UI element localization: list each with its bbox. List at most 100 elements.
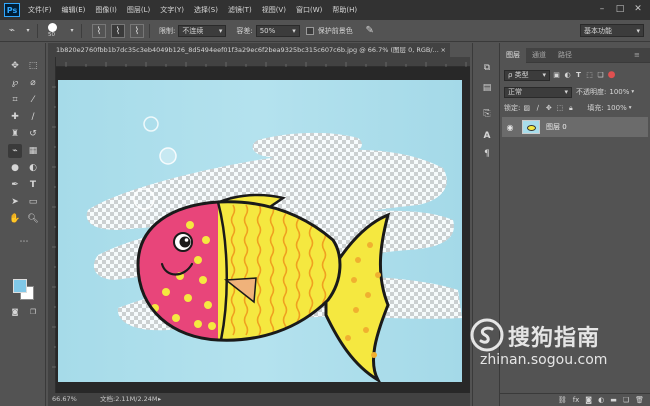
marquee-tool-icon[interactable]: ⬚ bbox=[26, 59, 40, 73]
chevron-down-icon[interactable]: ▾ bbox=[631, 89, 634, 95]
crop-tool-icon[interactable]: ⌗ bbox=[8, 93, 22, 107]
tab-layers[interactable]: 图层 bbox=[500, 48, 526, 63]
move-tool-icon[interactable]: ✥ bbox=[8, 59, 22, 73]
lock-transparent-icon[interactable]: ▨ bbox=[522, 103, 531, 114]
limits-select[interactable]: 不连续 ▾ bbox=[178, 24, 227, 37]
blur-tool-icon[interactable]: ● bbox=[8, 161, 22, 175]
sampling-once-icon[interactable]: ⌇ bbox=[111, 23, 125, 38]
fish-eye-highlight bbox=[184, 238, 189, 242]
dodge-tool-icon[interactable]: ◐ bbox=[26, 161, 40, 175]
tab-paths[interactable]: 路径 bbox=[552, 48, 578, 63]
new-layer-icon[interactable]: ❏ bbox=[623, 396, 629, 404]
add-mask-icon[interactable]: ◙ bbox=[585, 396, 592, 404]
fx-icon[interactable]: fx bbox=[573, 396, 580, 404]
lock-position-icon[interactable]: ✥ bbox=[544, 103, 553, 114]
character-panel-icon[interactable]: A bbox=[480, 129, 494, 143]
tools-panel: ✥ ⬚ ℘ ⌀ ⌗ ⁄ ✚ ∕ ♜ ↺ ⌁ ▦ ● ◐ ✒ T ➤ ▭ ✋ 🔍︎… bbox=[0, 43, 46, 406]
delete-layer-icon[interactable]: 🗑︎ bbox=[635, 396, 644, 404]
menu-file[interactable]: 文件(F) bbox=[28, 5, 52, 15]
zoom-tool-icon[interactable]: 🔍︎ bbox=[26, 212, 40, 226]
magic-eraser-tool-icon[interactable]: ⌁ bbox=[5, 24, 19, 38]
chevron-down-icon[interactable]: ▾ bbox=[629, 105, 632, 111]
menu-edit[interactable]: 编辑(E) bbox=[62, 5, 86, 15]
panel-menu-icon[interactable]: ≡ bbox=[634, 48, 640, 63]
fill-value[interactable]: 100% bbox=[607, 104, 627, 112]
menu-type[interactable]: 文字(Y) bbox=[160, 5, 184, 15]
eyedropper-tool-icon[interactable]: ⁄ bbox=[26, 93, 40, 107]
adjustment-layer-icon[interactable]: ◐ bbox=[598, 396, 604, 404]
document-canvas[interactable] bbox=[58, 80, 462, 382]
filter-adjustment-icon[interactable]: ◐ bbox=[563, 70, 572, 81]
info-panel-icon[interactable]: ⎘ bbox=[480, 107, 494, 121]
menu-image[interactable]: 图像(I) bbox=[95, 5, 117, 15]
lock-artboard-icon[interactable]: ⬚ bbox=[555, 103, 564, 114]
menu-window[interactable]: 窗口(W) bbox=[296, 5, 322, 15]
menu-filter[interactable]: 滤镜(T) bbox=[228, 5, 252, 15]
filter-pixel-icon[interactable]: ▣ bbox=[552, 70, 561, 81]
history-panel-icon[interactable]: ⧉ bbox=[480, 61, 494, 75]
menu-help[interactable]: 帮助(H) bbox=[332, 5, 357, 15]
brush-preset-picker[interactable]: 50 bbox=[45, 22, 63, 40]
path-select-tool-icon[interactable]: ➤ bbox=[8, 195, 22, 209]
brush-dropdown-icon[interactable]: ▾ bbox=[68, 24, 76, 38]
minimize-button[interactable]: – bbox=[596, 3, 608, 15]
limits-label: 限制: bbox=[159, 26, 176, 35]
history-brush-tool-icon[interactable]: ↺ bbox=[26, 127, 40, 141]
close-document-icon[interactable]: × bbox=[441, 43, 446, 57]
pen-tool-icon[interactable]: ✒ bbox=[8, 178, 22, 192]
menu-view[interactable]: 视图(V) bbox=[262, 5, 286, 15]
zoom-level[interactable]: 66.67% bbox=[52, 393, 77, 406]
tab-channels[interactable]: 通道 bbox=[526, 48, 552, 63]
filter-shape-icon[interactable]: ⬚ bbox=[585, 70, 594, 81]
hand-tool-icon[interactable]: ✋ bbox=[8, 212, 22, 226]
workspace-select[interactable]: 基本功能 ▾ bbox=[580, 24, 644, 37]
paragraph-panel-icon[interactable]: ¶ bbox=[480, 147, 494, 161]
status-arrow-icon[interactable]: ▸ bbox=[158, 393, 161, 406]
menu-layer[interactable]: 图层(L) bbox=[127, 5, 150, 15]
rectangle-tool-icon[interactable]: ▭ bbox=[26, 195, 40, 209]
link-layers-icon[interactable]: ⛓ bbox=[558, 396, 567, 404]
document-tab[interactable]: 1b820e2760fbb1b7dc35c3eb4049b126_8d5494e… bbox=[48, 43, 450, 57]
tolerance-input[interactable]: 50% ▾ bbox=[255, 24, 300, 37]
foreground-color-swatch[interactable] bbox=[13, 279, 27, 293]
chevron-down-icon: ▾ bbox=[564, 88, 568, 96]
clone-stamp-tool-icon[interactable]: ♜ bbox=[8, 127, 22, 141]
layer-name[interactable]: 图层 0 bbox=[546, 122, 567, 132]
healing-brush-tool-icon[interactable]: ✚ bbox=[8, 110, 22, 124]
sogou-watermark: 搜狗指南 zhinan.sogou.com bbox=[470, 318, 645, 380]
gradient-tool-icon[interactable]: ▦ bbox=[26, 144, 40, 158]
quick-mask-icon[interactable]: ◙ bbox=[8, 305, 22, 319]
maximize-button[interactable]: □ bbox=[614, 3, 626, 15]
filter-toggle-icon[interactable]: ● bbox=[607, 70, 616, 81]
brush-tool-icon[interactable]: ∕ bbox=[26, 110, 40, 124]
blend-mode-select[interactable]: 正常 ▾ bbox=[504, 86, 572, 98]
more-tools-icon[interactable]: ⋯ bbox=[17, 235, 31, 249]
layer-item[interactable]: ◉ 图层 0 bbox=[502, 117, 648, 137]
filter-smart-object-icon[interactable]: ❏ bbox=[596, 70, 605, 81]
new-group-icon[interactable]: ▬ bbox=[610, 396, 617, 404]
filter-type-icon[interactable]: T bbox=[574, 70, 583, 81]
lock-all-icon[interactable]: 🔒︎ bbox=[566, 103, 575, 114]
sampling-continuous-icon[interactable]: ⌇ bbox=[92, 23, 106, 38]
tool-preset-dropdown-icon[interactable]: ▾ bbox=[24, 24, 32, 38]
lasso-tool-icon[interactable]: ℘ bbox=[8, 76, 22, 90]
type-tool-icon[interactable]: T bbox=[26, 178, 40, 192]
quick-select-tool-icon[interactable]: ⌀ bbox=[26, 76, 40, 90]
opacity-value[interactable]: 100% bbox=[609, 88, 629, 96]
layer-filter-select[interactable]: ρ 类型 ▾ bbox=[504, 69, 550, 81]
tolerance-label: 容差: bbox=[236, 26, 253, 35]
pressure-icon[interactable]: ✎ bbox=[363, 24, 377, 38]
opacity-label: 不透明度: bbox=[576, 88, 607, 96]
brush-size-value: 50 bbox=[48, 31, 55, 38]
screen-mode-icon[interactable]: ❐ bbox=[26, 305, 40, 319]
menu-select[interactable]: 选择(S) bbox=[194, 5, 218, 15]
chevron-down-icon: ▾ bbox=[218, 26, 223, 35]
close-window-button[interactable]: ✕ bbox=[632, 3, 644, 15]
magic-eraser-tool-icon[interactable]: ⌁ bbox=[8, 144, 22, 158]
properties-panel-icon[interactable]: ▤ bbox=[480, 81, 494, 95]
lock-pixels-icon[interactable]: ∕ bbox=[533, 103, 542, 114]
divider bbox=[37, 23, 38, 38]
eye-icon[interactable]: ◉ bbox=[504, 123, 516, 132]
sampling-background-icon[interactable]: ⌇ bbox=[130, 23, 144, 38]
protect-foreground-checkbox[interactable] bbox=[305, 26, 314, 35]
